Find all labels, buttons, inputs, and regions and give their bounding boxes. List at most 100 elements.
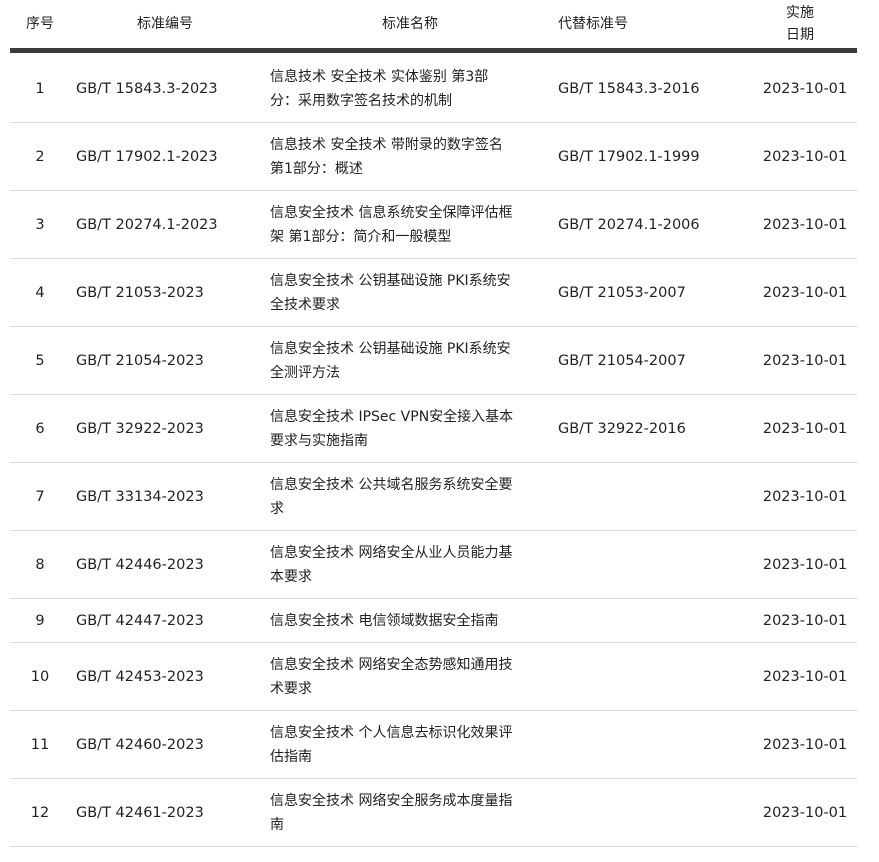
row-replaces: GB/T 32922-2016 xyxy=(558,420,686,437)
row-date: 2023-10-01 xyxy=(762,488,848,505)
row-seq: 1 xyxy=(35,80,45,97)
row-replaces xyxy=(558,599,738,642)
row-date: 2023-10-01 xyxy=(762,80,848,97)
row-replaces xyxy=(558,643,738,710)
row-name-line1: 信息安全技术 公共域名服务系统安全要 xyxy=(270,476,513,493)
row-name: 信息安全技术 个人信息去标识化效果评 估指南 xyxy=(270,711,555,778)
row-name-line1: 信息安全技术 个人信息去标识化效果评 xyxy=(270,724,513,741)
table-row-12: 12 GB/T 42461-2023 信息安全技术 网络安全服务成本度量指 南 … xyxy=(10,779,857,847)
row-date: 2023-10-01 xyxy=(762,216,848,233)
row-name: 信息安全技术 网络安全从业人员能力基 本要求 xyxy=(270,531,555,598)
table-row-5: 5 GB/T 21054-2023 信息安全技术 公钥基础设施 PKI系统安 全… xyxy=(10,327,857,395)
row-name-line1: 信息安全技术 信息系统安全保障评估框 xyxy=(270,204,513,221)
row-name-line2: 要求与实施指南 xyxy=(270,432,368,449)
row-seq: 8 xyxy=(35,556,45,573)
header-code: 标准编号 xyxy=(137,16,193,32)
row-seq: 9 xyxy=(35,612,45,629)
row-name-line2: 全测评方法 xyxy=(270,364,340,381)
table-row-3: 3 GB/T 20274.1-2023 信息安全技术 信息系统安全保障评估框 架… xyxy=(10,191,857,259)
row-name: 信息安全技术 公钥基础设施 PKI系统安 全技术要求 xyxy=(270,259,555,326)
table-header: 序号 标准编号 标准名称 代替标准号 实施 日期 xyxy=(10,0,857,53)
header-date: 实施 日期 xyxy=(740,0,860,53)
row-code: GB/T 42453-2023 xyxy=(76,668,204,685)
row-seq: 4 xyxy=(35,284,45,301)
row-name-line2: 术要求 xyxy=(270,680,312,697)
table-row-10: 10 GB/T 42453-2023 信息安全技术 网络安全态势感知通用技 术要… xyxy=(10,643,857,711)
row-name-line1: 信息安全技术 电信领域数据安全指南 xyxy=(270,612,499,629)
row-code: GB/T 21054-2023 xyxy=(76,352,204,369)
header-date-line2: 日期 xyxy=(786,27,814,43)
row-seq: 2 xyxy=(35,148,45,165)
row-code: GB/T 20274.1-2023 xyxy=(76,216,218,233)
row-name: 信息安全技术 信息系统安全保障评估框 架 第1部分：简介和一般模型 xyxy=(270,191,555,258)
row-seq: 3 xyxy=(35,216,45,233)
row-date: 2023-10-01 xyxy=(762,556,848,573)
row-date: 2023-10-01 xyxy=(762,668,848,685)
table-row-6: 6 GB/T 32922-2023 信息安全技术 IPSec VPN安全接入基本… xyxy=(10,395,857,463)
row-replaces xyxy=(558,779,738,846)
row-name-line1: 信息安全技术 网络安全服务成本度量指 xyxy=(270,792,513,809)
row-date: 2023-10-01 xyxy=(762,148,848,165)
row-name-line1: 信息技术 安全技术 带附录的数字签名 xyxy=(270,136,503,153)
table-body: 1 GB/T 15843.3-2023 信息技术 安全技术 实体鉴别 第3部 分… xyxy=(10,55,857,847)
row-code: GB/T 17902.1-2023 xyxy=(76,148,218,165)
row-name-line2: 分：采用数字签名技术的机制 xyxy=(270,92,452,109)
row-code: GB/T 42460-2023 xyxy=(76,736,204,753)
table-row-9: 9 GB/T 42447-2023 信息安全技术 电信领域数据安全指南 2023… xyxy=(10,599,857,643)
row-code: GB/T 33134-2023 xyxy=(76,488,204,505)
row-name-line2: 求 xyxy=(270,500,284,517)
row-replaces: GB/T 17902.1-1999 xyxy=(558,148,700,165)
row-code: GB/T 32922-2023 xyxy=(76,420,204,437)
header-name: 标准名称 xyxy=(382,16,438,32)
row-name: 信息技术 安全技术 带附录的数字签名 第1部分：概述 xyxy=(270,123,555,190)
header-date-line1: 实施 xyxy=(786,5,814,21)
row-replaces: GB/T 21053-2007 xyxy=(558,284,686,301)
row-date: 2023-10-01 xyxy=(762,420,848,437)
row-name: 信息安全技术 网络安全服务成本度量指 南 xyxy=(270,779,555,846)
row-name-line2: 全技术要求 xyxy=(270,296,340,313)
row-date: 2023-10-01 xyxy=(762,804,848,821)
row-date: 2023-10-01 xyxy=(762,736,848,753)
standards-table: 序号 标准编号 标准名称 代替标准号 实施 日期 1 GB/T 15843.3-… xyxy=(10,0,857,847)
row-seq: 5 xyxy=(35,352,45,369)
row-name-line2: 架 第1部分：简介和一般模型 xyxy=(270,228,452,245)
row-name-line2: 第1部分：概述 xyxy=(270,160,363,177)
row-name-line1: 信息安全技术 网络安全从业人员能力基 xyxy=(270,544,513,561)
header-seq: 序号 xyxy=(26,16,54,32)
row-name: 信息安全技术 公共域名服务系统安全要 求 xyxy=(270,463,555,530)
row-replaces: GB/T 21054-2007 xyxy=(558,352,686,369)
row-name-line1: 信息技术 安全技术 实体鉴别 第3部 xyxy=(270,68,489,85)
row-name: 信息安全技术 网络安全态势感知通用技 术要求 xyxy=(270,643,555,710)
row-name-line1: 信息安全技术 公钥基础设施 PKI系统安 xyxy=(270,340,511,357)
row-code: GB/T 15843.3-2023 xyxy=(76,80,218,97)
row-name: 信息安全技术 IPSec VPN安全接入基本 要求与实施指南 xyxy=(270,395,555,462)
row-seq: 7 xyxy=(35,488,45,505)
row-replaces xyxy=(558,711,738,778)
row-name: 信息技术 安全技术 实体鉴别 第3部 分：采用数字签名技术的机制 xyxy=(270,55,555,122)
table-row-7: 7 GB/T 33134-2023 信息安全技术 公共域名服务系统安全要 求 2… xyxy=(10,463,857,531)
row-date: 2023-10-01 xyxy=(762,352,848,369)
row-seq: 11 xyxy=(30,736,50,753)
table-row-11: 11 GB/T 42460-2023 信息安全技术 个人信息去标识化效果评 估指… xyxy=(10,711,857,779)
row-name-line2: 南 xyxy=(270,816,284,833)
row-name: 信息安全技术 电信领域数据安全指南 xyxy=(270,599,555,642)
table-row-2: 2 GB/T 17902.1-2023 信息技术 安全技术 带附录的数字签名 第… xyxy=(10,123,857,191)
row-name: 信息安全技术 公钥基础设施 PKI系统安 全测评方法 xyxy=(270,327,555,394)
row-seq: 10 xyxy=(30,668,50,685)
row-name-line2: 本要求 xyxy=(270,568,312,585)
table-row-8: 8 GB/T 42446-2023 信息安全技术 网络安全从业人员能力基 本要求… xyxy=(10,531,857,599)
row-seq: 6 xyxy=(35,420,45,437)
header-replaces: 代替标准号 xyxy=(558,16,628,32)
row-name-line2: 估指南 xyxy=(270,748,312,765)
row-replaces xyxy=(558,463,738,530)
row-code: GB/T 42446-2023 xyxy=(76,556,204,573)
row-code: GB/T 42447-2023 xyxy=(76,612,204,629)
row-replaces xyxy=(558,531,738,598)
row-date: 2023-10-01 xyxy=(762,612,848,629)
row-date: 2023-10-01 xyxy=(762,284,848,301)
row-code: GB/T 42461-2023 xyxy=(76,804,204,821)
row-name-line1: 信息安全技术 IPSec VPN安全接入基本 xyxy=(270,408,514,425)
row-code: GB/T 21053-2023 xyxy=(76,284,204,301)
row-replaces: GB/T 15843.3-2016 xyxy=(558,80,700,97)
table-row-1: 1 GB/T 15843.3-2023 信息技术 安全技术 实体鉴别 第3部 分… xyxy=(10,55,857,123)
